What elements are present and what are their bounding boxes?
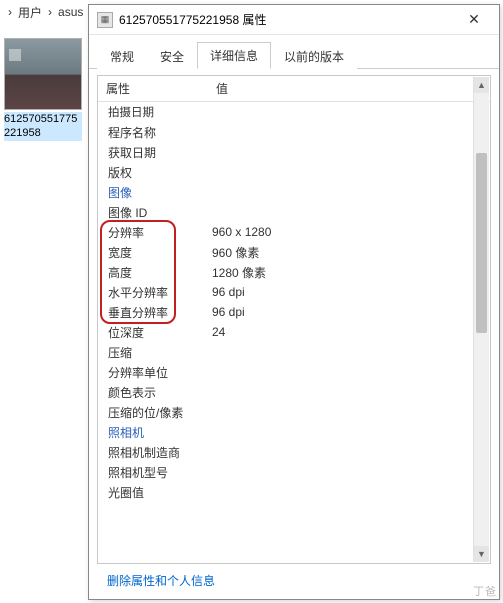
dialog-title: 612570551775221958 属性: [119, 11, 453, 28]
scroll-up-button[interactable]: ▲: [474, 77, 489, 93]
chevron-up-icon: ▲: [477, 80, 486, 90]
property-row[interactable]: 拍摄日期: [98, 102, 490, 122]
tab-details[interactable]: 详细信息: [197, 42, 271, 69]
details-list: 属性 值 拍摄日期程序名称获取日期版权图像图像 ID分辨率960 x 1280宽…: [97, 75, 491, 564]
property-row[interactable]: 获取日期: [98, 142, 490, 162]
scroll-track[interactable]: [474, 93, 489, 546]
property-name: 拍摄日期: [98, 104, 208, 120]
property-value: 1280 像素: [208, 264, 490, 281]
property-value: 96 dpi: [208, 305, 490, 319]
property-name: 图像: [98, 184, 208, 201]
property-row[interactable]: 图像 ID: [98, 202, 490, 222]
property-name: 高度: [98, 264, 208, 281]
property-name: 垂直分辨率: [98, 304, 208, 321]
tab-content: 属性 值 拍摄日期程序名称获取日期版权图像图像 ID分辨率960 x 1280宽…: [89, 69, 499, 599]
property-row[interactable]: 分辨率960 x 1280: [98, 222, 490, 242]
property-row[interactable]: 照相机: [98, 422, 490, 442]
property-row[interactable]: 宽度960 像素: [98, 242, 490, 262]
file-thumbnail-label: 612570551775221958: [4, 112, 82, 141]
breadcrumb[interactable]: › 用户 › asus ›: [0, 0, 101, 24]
breadcrumb-sep: ›: [8, 5, 12, 19]
property-row[interactable]: 高度1280 像素: [98, 262, 490, 282]
image-file-icon: ▦: [97, 12, 113, 28]
property-value: 24: [208, 325, 490, 339]
property-value: 960 x 1280: [208, 225, 490, 239]
property-name: 照相机制造商: [98, 444, 208, 461]
details-rows[interactable]: 拍摄日期程序名称获取日期版权图像图像 ID分辨率960 x 1280宽度960 …: [98, 102, 490, 564]
property-name: 水平分辨率: [98, 284, 208, 301]
close-icon: ✕: [468, 11, 480, 28]
breadcrumb-item[interactable]: 用户: [18, 4, 42, 21]
property-name: 分辨率: [98, 224, 208, 241]
watermark: 丁爸: [473, 583, 497, 599]
property-name: 图像 ID: [98, 204, 208, 221]
property-name: 分辨率单位: [98, 364, 208, 381]
titlebar[interactable]: ▦ 612570551775221958 属性 ✕: [89, 5, 499, 35]
property-name: 位深度: [98, 324, 208, 341]
details-header: 属性 值: [98, 76, 490, 102]
property-name: 压缩的位/像素: [98, 404, 208, 421]
tab-previous-versions[interactable]: 以前的版本: [271, 43, 357, 69]
property-row[interactable]: 颜色表示: [98, 382, 490, 402]
property-row[interactable]: 版权: [98, 162, 490, 182]
remove-properties-link[interactable]: 删除属性和个人信息: [97, 564, 491, 599]
property-row[interactable]: 垂直分辨率96 dpi: [98, 302, 490, 322]
property-row[interactable]: 分辨率单位: [98, 362, 490, 382]
property-row[interactable]: 照相机型号: [98, 462, 490, 482]
property-row[interactable]: 水平分辨率96 dpi: [98, 282, 490, 302]
property-row[interactable]: 位深度24: [98, 322, 490, 342]
header-property[interactable]: 属性: [98, 76, 208, 101]
explorer-background: › 用户 › asus › 612570551775221958 ▦ 61257…: [0, 0, 503, 603]
tab-security[interactable]: 安全: [147, 43, 197, 69]
property-row[interactable]: 压缩: [98, 342, 490, 362]
property-row[interactable]: 压缩的位/像素: [98, 402, 490, 422]
property-row[interactable]: 光圈值: [98, 482, 490, 502]
chevron-down-icon: ▼: [477, 549, 486, 559]
vertical-scrollbar[interactable]: ▲ ▼: [473, 77, 489, 562]
property-name: 版权: [98, 164, 208, 181]
property-name: 颜色表示: [98, 384, 208, 401]
property-name: 获取日期: [98, 144, 208, 161]
property-name: 宽度: [98, 244, 208, 261]
tab-bar: 常规 安全 详细信息 以前的版本: [89, 35, 499, 69]
property-name: 程序名称: [98, 124, 208, 141]
breadcrumb-sep: ›: [48, 5, 52, 19]
file-thumbnail-item[interactable]: 612570551775221958: [4, 38, 88, 141]
properties-dialog: ▦ 612570551775221958 属性 ✕ 常规 安全 详细信息 以前的…: [88, 4, 500, 600]
property-name: 压缩: [98, 344, 208, 361]
property-value: 960 像素: [208, 244, 490, 261]
scroll-thumb[interactable]: [476, 153, 487, 333]
tab-general[interactable]: 常规: [97, 43, 147, 69]
property-name: 照相机: [98, 424, 208, 441]
property-name: 照相机型号: [98, 464, 208, 481]
property-value: 96 dpi: [208, 285, 490, 299]
file-thumbnail-image: [4, 38, 82, 110]
property-row[interactable]: 照相机制造商: [98, 442, 490, 462]
breadcrumb-item[interactable]: asus: [58, 5, 83, 19]
property-row[interactable]: 程序名称: [98, 122, 490, 142]
close-button[interactable]: ✕: [453, 6, 495, 34]
scroll-down-button[interactable]: ▼: [474, 546, 489, 562]
property-row[interactable]: 图像: [98, 182, 490, 202]
header-value[interactable]: 值: [208, 76, 236, 101]
property-name: 光圈值: [98, 484, 208, 501]
